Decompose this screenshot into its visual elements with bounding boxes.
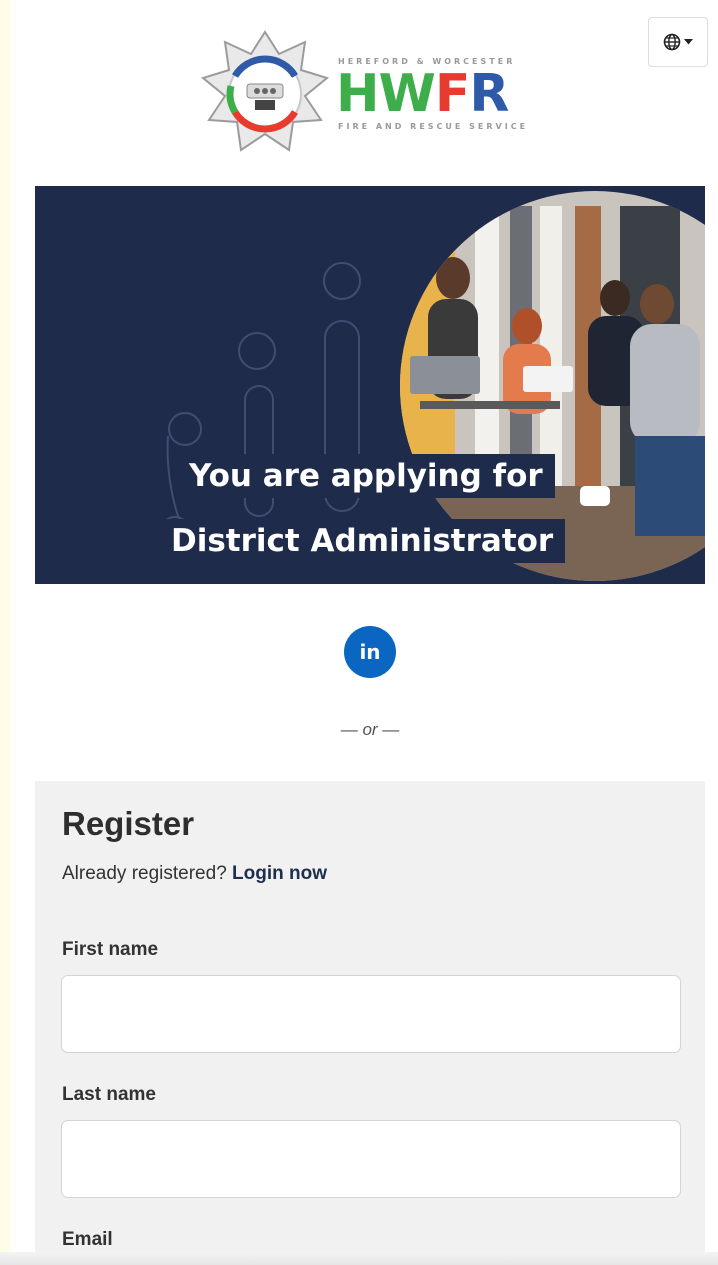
email-label: Email [62, 1229, 113, 1250]
caret-down-icon [684, 39, 693, 45]
linkedin-signin-button[interactable]: in [344, 626, 396, 678]
last-name-label: Last name [62, 1084, 156, 1105]
register-panel: Register Already registered? Login now F… [35, 781, 705, 1265]
job-banner: You are applying for District Administra… [35, 186, 705, 584]
banner-heading-line1: You are applying for [177, 454, 555, 498]
fire-service-badge-icon [200, 30, 330, 152]
language-selector-button[interactable] [648, 17, 708, 67]
linkedin-icon: in [359, 640, 381, 664]
logo-bottom-text: FIRE AND RESCUE SERVICE [338, 122, 529, 131]
already-registered-label: Already registered? [62, 863, 227, 884]
login-now-link[interactable]: Login now [232, 863, 327, 884]
or-separator: — or — [340, 720, 400, 739]
last-name-input[interactable] [61, 1120, 681, 1198]
register-title: Register [62, 805, 195, 842]
bottom-bar [0, 1252, 718, 1265]
first-name-label: First name [62, 939, 159, 960]
banner-heading-line2: District Administrator [159, 519, 566, 563]
globe-icon [663, 33, 681, 51]
page: HEREFORD & WORCESTER HWFR FIRE AND RESCU… [10, 0, 718, 1265]
hwfr-logo: HEREFORD & WORCESTER HWFR FIRE AND RESCU… [200, 28, 550, 160]
first-name-input[interactable] [61, 975, 681, 1053]
already-registered-text: Already registered? Login now [62, 863, 327, 885]
logo-main-text: HWFR [336, 64, 509, 124]
